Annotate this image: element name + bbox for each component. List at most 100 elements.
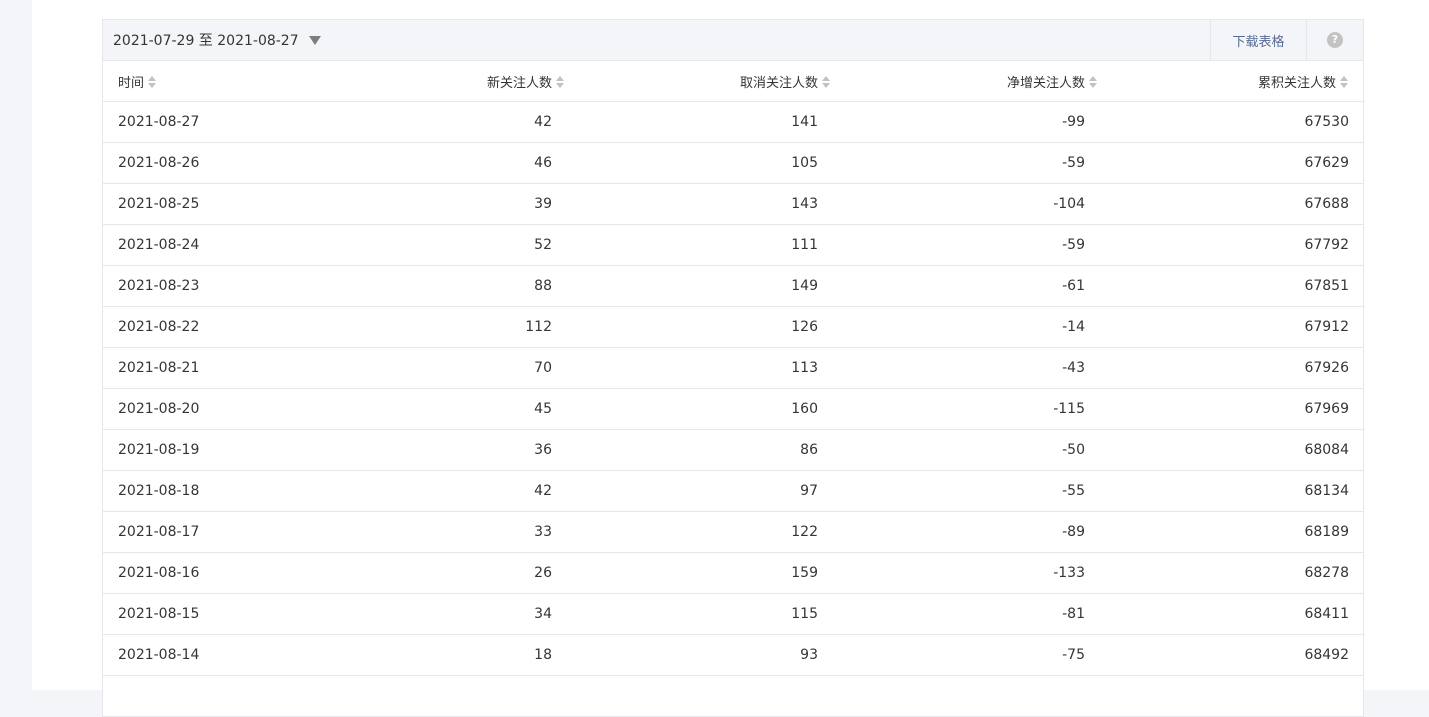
cell-net-growth: -133 bbox=[831, 552, 1098, 594]
sort-icon[interactable] bbox=[1089, 76, 1098, 88]
cell-unfollows: 149 bbox=[565, 265, 831, 307]
cell-total-followers bbox=[1098, 675, 1363, 717]
cell-unfollows: 115 bbox=[565, 593, 831, 635]
cell-net-growth: -115 bbox=[831, 388, 1098, 430]
cell-net-growth: -81 bbox=[831, 593, 1098, 635]
cell-date: 2021-08-24 bbox=[103, 224, 299, 266]
table-row: 2021-08-24 52 111 -59 67792 bbox=[103, 224, 1363, 266]
cell-total-followers: 68492 bbox=[1098, 634, 1363, 676]
cell-unfollows: 141 bbox=[565, 101, 831, 143]
sort-icon[interactable] bbox=[556, 76, 565, 88]
table-row: 2021-08-26 46 105 -59 67629 bbox=[103, 142, 1363, 184]
date-range-label: 2021-07-29 至 2021-08-27 bbox=[113, 33, 299, 49]
caret-down-icon bbox=[308, 36, 321, 45]
page-content: 2021-07-29 至 2021-08-27 下载表格 ? 时间 新关注人数 … bbox=[32, 0, 1429, 717]
cell-date: 2021-08-15 bbox=[103, 593, 299, 635]
cell-date: 2021-08-27 bbox=[103, 101, 299, 143]
cell-net-growth: -50 bbox=[831, 429, 1098, 471]
table-row: 2021-08-14 18 93 -75 68492 bbox=[103, 634, 1363, 676]
cell-new-followers: 70 bbox=[299, 347, 565, 389]
cell-new-followers: 42 bbox=[299, 470, 565, 512]
cell-net-growth: -14 bbox=[831, 306, 1098, 348]
cell-new-followers: 88 bbox=[299, 265, 565, 307]
column-header-label: 取消关注人数 bbox=[739, 75, 818, 91]
help-icon[interactable]: ? bbox=[1327, 32, 1343, 48]
cell-new-followers: 45 bbox=[299, 388, 565, 430]
cell-total-followers: 68278 bbox=[1098, 552, 1363, 594]
sort-icon[interactable] bbox=[148, 76, 157, 88]
column-header-new-followers[interactable]: 新关注人数 bbox=[299, 61, 565, 102]
table-row: 2021-08-21 70 113 -43 67926 bbox=[103, 347, 1363, 389]
cell-unfollows: 97 bbox=[565, 470, 831, 512]
cell-total-followers: 67912 bbox=[1098, 306, 1363, 348]
column-header-label: 净增关注人数 bbox=[1006, 75, 1085, 91]
cell-date: 2021-08-26 bbox=[103, 142, 299, 184]
cell-total-followers: 68411 bbox=[1098, 593, 1363, 635]
table-row: 2021-08-22 112 126 -14 67912 bbox=[103, 306, 1363, 348]
table-row: 2021-08-19 36 86 -50 68084 bbox=[103, 429, 1363, 471]
cell-total-followers: 67926 bbox=[1098, 347, 1363, 389]
cell-unfollows: 105 bbox=[565, 142, 831, 184]
column-header-total-followers[interactable]: 累积关注人数 bbox=[1098, 61, 1363, 102]
cell-new-followers: 36 bbox=[299, 429, 565, 471]
table-header-row: 时间 新关注人数 取消关注人数 净增关注人数 累积关注人数 bbox=[103, 61, 1363, 102]
cell-date: 2021-08-17 bbox=[103, 511, 299, 553]
table-toolbar: 2021-07-29 至 2021-08-27 下载表格 ? bbox=[103, 20, 1363, 61]
table-row: 2021-08-17 33 122 -89 68189 bbox=[103, 511, 1363, 553]
cell-net-growth: -43 bbox=[831, 347, 1098, 389]
cell-new-followers: 26 bbox=[299, 552, 565, 594]
column-header-label: 时间 bbox=[118, 75, 145, 91]
column-header-unfollows[interactable]: 取消关注人数 bbox=[565, 61, 831, 102]
table-row: 2021-08-25 39 143 -104 67688 bbox=[103, 183, 1363, 225]
cell-new-followers: 33 bbox=[299, 511, 565, 553]
cell-new-followers: 112 bbox=[299, 306, 565, 348]
date-range-picker[interactable]: 2021-07-29 至 2021-08-27 bbox=[103, 20, 1210, 60]
cell-net-growth: -59 bbox=[831, 142, 1098, 184]
cell-new-followers: 46 bbox=[299, 142, 565, 184]
cell-date: 2021-08-21 bbox=[103, 347, 299, 389]
help-area: ? bbox=[1306, 20, 1363, 60]
cell-date: 2021-08-16 bbox=[103, 552, 299, 594]
column-header-label: 新关注人数 bbox=[486, 75, 552, 91]
column-header-label: 累积关注人数 bbox=[1257, 75, 1336, 91]
cell-date bbox=[103, 675, 299, 717]
cell-total-followers: 67629 bbox=[1098, 142, 1363, 184]
cell-date: 2021-08-14 bbox=[103, 634, 299, 676]
cell-net-growth bbox=[831, 675, 1098, 717]
cell-new-followers bbox=[299, 675, 565, 717]
table-row: 2021-08-16 26 159 -133 68278 bbox=[103, 552, 1363, 594]
cell-new-followers: 52 bbox=[299, 224, 565, 266]
column-header-net-growth[interactable]: 净增关注人数 bbox=[831, 61, 1098, 102]
table-row: 2021-08-20 45 160 -115 67969 bbox=[103, 388, 1363, 430]
cell-new-followers: 18 bbox=[299, 634, 565, 676]
cell-new-followers: 39 bbox=[299, 183, 565, 225]
download-table-button[interactable]: 下载表格 bbox=[1210, 20, 1306, 60]
column-header-date[interactable]: 时间 bbox=[103, 61, 299, 102]
cell-net-growth: -89 bbox=[831, 511, 1098, 553]
cell-total-followers: 67688 bbox=[1098, 183, 1363, 225]
cell-unfollows: 143 bbox=[565, 183, 831, 225]
cell-unfollows: 86 bbox=[565, 429, 831, 471]
table-body: 2021-08-27 42 141 -99 67530 2021-08-26 46 105 -5… bbox=[103, 101, 1363, 717]
cell-unfollows bbox=[565, 675, 831, 717]
cell-date: 2021-08-23 bbox=[103, 265, 299, 307]
follower-data-panel: 2021-07-29 至 2021-08-27 下载表格 ? 时间 新关注人数 … bbox=[102, 19, 1364, 717]
cell-net-growth: -104 bbox=[831, 183, 1098, 225]
cell-unfollows: 160 bbox=[565, 388, 831, 430]
cell-total-followers: 67792 bbox=[1098, 224, 1363, 266]
cell-date: 2021-08-19 bbox=[103, 429, 299, 471]
cell-net-growth: -75 bbox=[831, 634, 1098, 676]
table-row: 2021-08-23 88 149 -61 67851 bbox=[103, 265, 1363, 307]
cell-total-followers: 68084 bbox=[1098, 429, 1363, 471]
cell-unfollows: 111 bbox=[565, 224, 831, 266]
cell-net-growth: -55 bbox=[831, 470, 1098, 512]
cell-date: 2021-08-18 bbox=[103, 470, 299, 512]
cell-net-growth: -59 bbox=[831, 224, 1098, 266]
cell-unfollows: 126 bbox=[565, 306, 831, 348]
table-row: 2021-08-15 34 115 -81 68411 bbox=[103, 593, 1363, 635]
sort-icon[interactable] bbox=[822, 76, 831, 88]
cell-unfollows: 93 bbox=[565, 634, 831, 676]
cell-net-growth: -99 bbox=[831, 101, 1098, 143]
sort-icon[interactable] bbox=[1340, 76, 1349, 88]
follower-stats-table: 时间 新关注人数 取消关注人数 净增关注人数 累积关注人数 2021-08-27… bbox=[103, 61, 1363, 717]
